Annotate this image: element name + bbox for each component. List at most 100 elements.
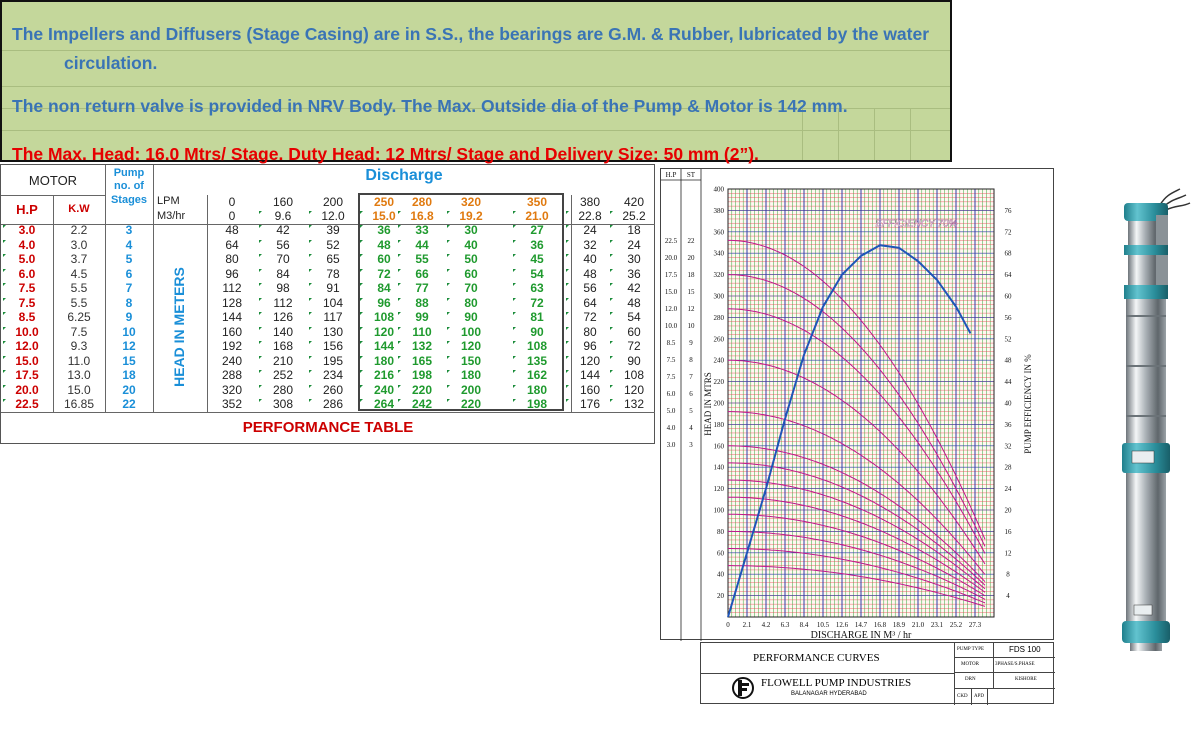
head-value: 117 bbox=[323, 310, 343, 324]
head-value: 33 bbox=[415, 223, 429, 237]
cell-marker bbox=[398, 211, 401, 214]
y2-tick-label: 68 bbox=[1005, 250, 1013, 258]
cell-marker bbox=[259, 283, 262, 286]
head-value: 39 bbox=[326, 223, 340, 237]
y-tick-label: 180 bbox=[714, 421, 725, 429]
y-tick-label: 60 bbox=[717, 549, 725, 557]
kw-value: 11.0 bbox=[67, 353, 91, 368]
head-value: 30 bbox=[464, 223, 478, 237]
head-value: 42 bbox=[276, 223, 290, 237]
head-value: 56 bbox=[276, 237, 290, 252]
kw-value: 5.5 bbox=[70, 281, 88, 295]
x-tick-label: 0 bbox=[726, 621, 730, 629]
x-tick-label: 23.1 bbox=[931, 621, 944, 629]
cell-marker bbox=[3, 239, 6, 243]
hp-label: 3.0 bbox=[667, 441, 676, 449]
cell-marker bbox=[398, 254, 401, 257]
description-line-2: The non return valve is provided in NRV … bbox=[12, 96, 848, 116]
cell-marker bbox=[610, 384, 613, 388]
head-value: 280 bbox=[272, 382, 294, 397]
head-value: 55 bbox=[415, 252, 429, 266]
stages-value: 15 bbox=[122, 353, 136, 368]
y-tick-label: 320 bbox=[714, 271, 725, 279]
head-value: 90 bbox=[627, 353, 641, 368]
head-value: 234 bbox=[322, 368, 344, 382]
y2-tick-label: 28 bbox=[1005, 464, 1013, 472]
company-address: BALANAGAR HYDERABAD bbox=[791, 691, 867, 697]
head-value: 64 bbox=[583, 295, 597, 310]
head-value: 30 bbox=[627, 252, 641, 266]
cell-marker bbox=[566, 225, 569, 228]
cell-marker bbox=[610, 239, 613, 243]
head-value: 260 bbox=[322, 382, 344, 397]
st-label: 10 bbox=[688, 322, 696, 330]
cell-marker bbox=[447, 355, 450, 359]
cell-marker bbox=[360, 312, 363, 315]
y-tick-label: 140 bbox=[714, 464, 725, 472]
y-tick-label: 40 bbox=[717, 571, 725, 579]
cell-marker bbox=[3, 370, 6, 373]
cell-marker bbox=[259, 254, 262, 257]
head-value: 65 bbox=[326, 252, 340, 266]
head-value: 36 bbox=[530, 237, 544, 252]
cell-marker bbox=[610, 211, 613, 214]
cell-marker bbox=[447, 312, 450, 315]
y2-tick-label: 52 bbox=[1005, 335, 1013, 343]
head-value: 81 bbox=[530, 310, 544, 324]
performance-table-title: PERFORMANCE TABLE bbox=[242, 419, 414, 436]
head-value: 36 bbox=[627, 266, 641, 281]
head-value: 240 bbox=[221, 353, 243, 368]
cell-marker bbox=[566, 384, 569, 388]
head-value: 144 bbox=[221, 310, 243, 324]
y-tick-label: 160 bbox=[714, 442, 725, 450]
hp-value: 10.0 bbox=[15, 324, 39, 339]
head-value: 70 bbox=[464, 281, 478, 295]
kw-value: 3.7 bbox=[70, 252, 88, 266]
head-value: 32 bbox=[583, 237, 597, 252]
cell-marker bbox=[566, 297, 569, 301]
cell-marker bbox=[360, 268, 363, 272]
head-value: 78 bbox=[326, 266, 340, 281]
performance-table: MOTOR Pump no. of Stages H.P K.W Dischar… bbox=[0, 164, 655, 444]
stages-value: 7 bbox=[125, 281, 133, 295]
y-tick-label: 20 bbox=[717, 592, 725, 600]
head-value: 60 bbox=[627, 324, 641, 339]
head-value: 60 bbox=[464, 266, 478, 281]
head-value: 50 bbox=[464, 252, 478, 266]
head-value: 165 bbox=[411, 353, 433, 368]
head-value: 42 bbox=[627, 281, 641, 295]
x-axis-label: DISCHARGE IN M³ / hr bbox=[811, 630, 912, 641]
y-axis-label: HEAD IN MTRS bbox=[703, 372, 713, 436]
head-value: 72 bbox=[530, 295, 544, 310]
head-value: 220 bbox=[460, 397, 482, 411]
st-label: 22 bbox=[688, 237, 696, 245]
head-value: 44 bbox=[415, 237, 429, 252]
cell-marker bbox=[566, 370, 569, 373]
y-tick-label: 200 bbox=[714, 400, 725, 408]
head-value: 160 bbox=[579, 382, 601, 397]
head-value: 135 bbox=[526, 353, 548, 368]
title-block-title: PERFORMANCE CURVES bbox=[753, 652, 880, 664]
head-value: 242 bbox=[411, 397, 433, 411]
y2-tick-label: 76 bbox=[1005, 207, 1013, 215]
head-value: 120 bbox=[623, 382, 645, 397]
head-value: 77 bbox=[415, 281, 429, 295]
y2-axis-label: PUMP EFFICIENCY IN % bbox=[1023, 354, 1033, 454]
description-line-3: The Max. Head: 16.0 Mtrs/ Stage. Duty He… bbox=[12, 144, 759, 164]
head-value: 112 bbox=[273, 295, 293, 310]
kw-value: 15.0 bbox=[67, 382, 91, 397]
head-value: 27 bbox=[530, 223, 544, 237]
head-value: 40 bbox=[583, 252, 597, 266]
title-block: PERFORMANCE CURVES FLOWELL PUMP INDUSTRI… bbox=[700, 642, 1055, 705]
hp-label: 20.0 bbox=[665, 254, 678, 262]
submersible-pump-image bbox=[1122, 188, 1191, 651]
y2-tick-label: 12 bbox=[1005, 549, 1013, 557]
cell-marker bbox=[610, 225, 613, 228]
m3hr-value: 16.8 bbox=[410, 209, 434, 223]
hp-value: 22.5 bbox=[15, 397, 39, 411]
cell-marker bbox=[513, 384, 516, 388]
head-value: 252 bbox=[272, 368, 294, 382]
cell-marker bbox=[360, 254, 363, 257]
y-tick-label: 80 bbox=[717, 528, 725, 536]
cell-marker bbox=[360, 225, 363, 228]
